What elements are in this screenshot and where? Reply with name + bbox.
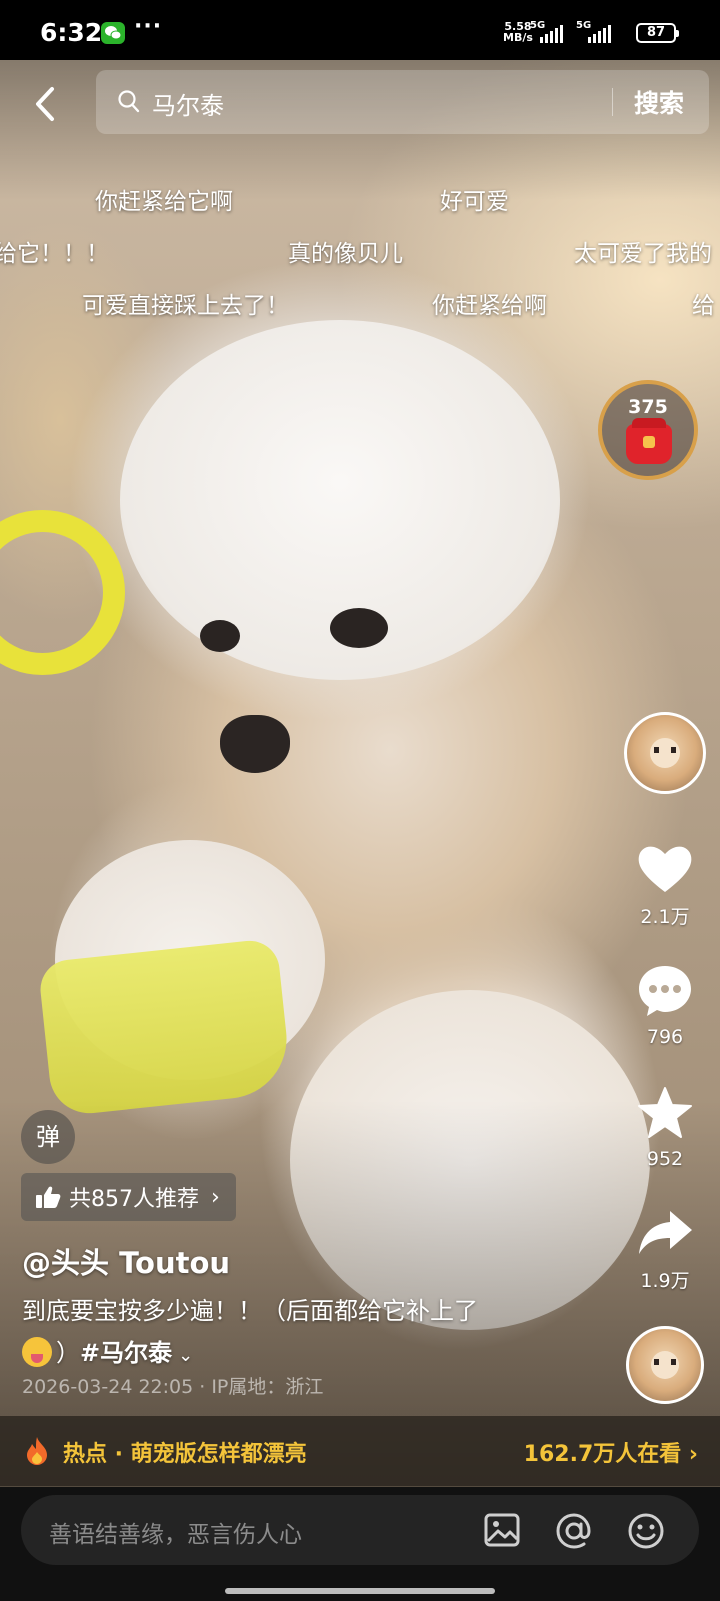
- recommend-label: 共857人推荐: [69, 1187, 199, 1212]
- thumbs-up-icon: [36, 1186, 61, 1208]
- search-button[interactable]: 搜索: [634, 84, 684, 120]
- notification-more-icon: ···: [134, 14, 163, 39]
- author-name[interactable]: @头头 Toutou: [22, 1240, 230, 1282]
- toy-button-image: [37, 937, 293, 1118]
- chevron-right-icon: ›: [211, 1184, 220, 1210]
- signal-icon-2: [588, 25, 611, 43]
- heart-icon: [638, 846, 692, 892]
- comment-icon: [639, 966, 691, 1016]
- expand-caption-icon[interactable]: ⌄: [178, 1345, 193, 1366]
- search-bar[interactable]: 马尔泰 搜索: [96, 70, 709, 134]
- tongue-out-emoji-icon: [22, 1337, 52, 1367]
- recommend-button[interactable]: 共857人推荐 ›: [21, 1173, 236, 1221]
- hashtag-link[interactable]: #马尔泰: [80, 1339, 172, 1367]
- network-speed: 5.58 MB/s: [503, 21, 533, 43]
- dog-nose: [220, 715, 290, 773]
- post-meta: 2026-03-24 22:05 · IP属地：浙江: [22, 1376, 324, 1398]
- danmaku-item: 你赶紧给它啊: [95, 189, 233, 215]
- trending-bar[interactable]: 热点 · 萌宠版怎样都漂亮 162.7万人在看 ›: [0, 1416, 720, 1486]
- danmaku-item: 给: [692, 293, 715, 319]
- signal-icon-1: [540, 25, 563, 43]
- back-arrow-icon: [36, 87, 54, 121]
- video-caption: 到底要宝按多少遍！！（后面都给它补上了 ）#马尔泰 ⌄: [22, 1290, 582, 1377]
- dog-eye-left: [200, 620, 240, 652]
- home-indicator[interactable]: [225, 1588, 495, 1594]
- red-packet-button[interactable]: 375: [598, 380, 698, 480]
- caption-line-2: ）: [56, 1339, 80, 1367]
- danmaku-item: 可爱直接踩上去了！: [82, 293, 289, 319]
- like-button[interactable]: 2.1万: [620, 842, 710, 929]
- danmaku-item: 真的像贝儿: [288, 241, 403, 267]
- comment-placeholder: 善语结善缘，恶言伤人心: [49, 1522, 302, 1548]
- speed-unit: MB/s: [503, 31, 533, 44]
- battery-icon: 87: [636, 23, 679, 43]
- danmaku-item: 给它！！！: [0, 241, 109, 267]
- search-input[interactable]: 马尔泰: [152, 86, 224, 121]
- like-count: 2.1万: [640, 906, 690, 928]
- favorite-count: 952: [646, 1148, 684, 1170]
- wechat-icon: [101, 22, 125, 44]
- emoji-icon[interactable]: [627, 1512, 665, 1550]
- red-packet-count: 375: [628, 396, 668, 418]
- danmaku-item: 好可爱: [440, 189, 509, 215]
- dog-eye-right: [330, 608, 388, 648]
- share-icon: [639, 1211, 692, 1254]
- image-icon[interactable]: [484, 1512, 520, 1548]
- star-icon: [638, 1087, 692, 1138]
- danmaku-toggle-button[interactable]: 弹: [21, 1110, 75, 1164]
- music-disc-avatar[interactable]: [626, 1326, 704, 1404]
- danmaku-item: 太可爱了我的: [574, 241, 712, 267]
- mention-icon[interactable]: [555, 1512, 593, 1550]
- danmaku-item: 你赶紧给啊: [432, 293, 547, 319]
- back-button[interactable]: [30, 84, 62, 124]
- trending-viewers: 162.7万人在看 ›: [523, 1442, 698, 1467]
- share-button[interactable]: 1.9万: [620, 1208, 710, 1293]
- favorite-button[interactable]: 952: [620, 1086, 710, 1170]
- trending-topic: 热点 · 萌宠版怎样都漂亮: [63, 1442, 307, 1467]
- toy-ring-image: [0, 510, 125, 675]
- comment-button[interactable]: 796: [620, 964, 710, 1048]
- caption-line-1: 到底要宝按多少遍！！（后面都给它补上了: [22, 1297, 478, 1325]
- flame-icon: [27, 1437, 47, 1465]
- comment-bar: 善语结善缘，恶言伤人心: [0, 1487, 720, 1601]
- share-count: 1.9万: [640, 1270, 690, 1292]
- status-bar: 6:32 ··· 5.58 MB/s 5G 5G 87: [0, 0, 720, 60]
- status-time: 6:32: [40, 18, 103, 47]
- search-icon: [118, 90, 140, 113]
- red-packet-icon: [626, 418, 672, 464]
- author-avatar[interactable]: [624, 712, 706, 794]
- comment-count: 796: [646, 1026, 684, 1048]
- comment-input[interactable]: 善语结善缘，恶言伤人心: [21, 1495, 699, 1565]
